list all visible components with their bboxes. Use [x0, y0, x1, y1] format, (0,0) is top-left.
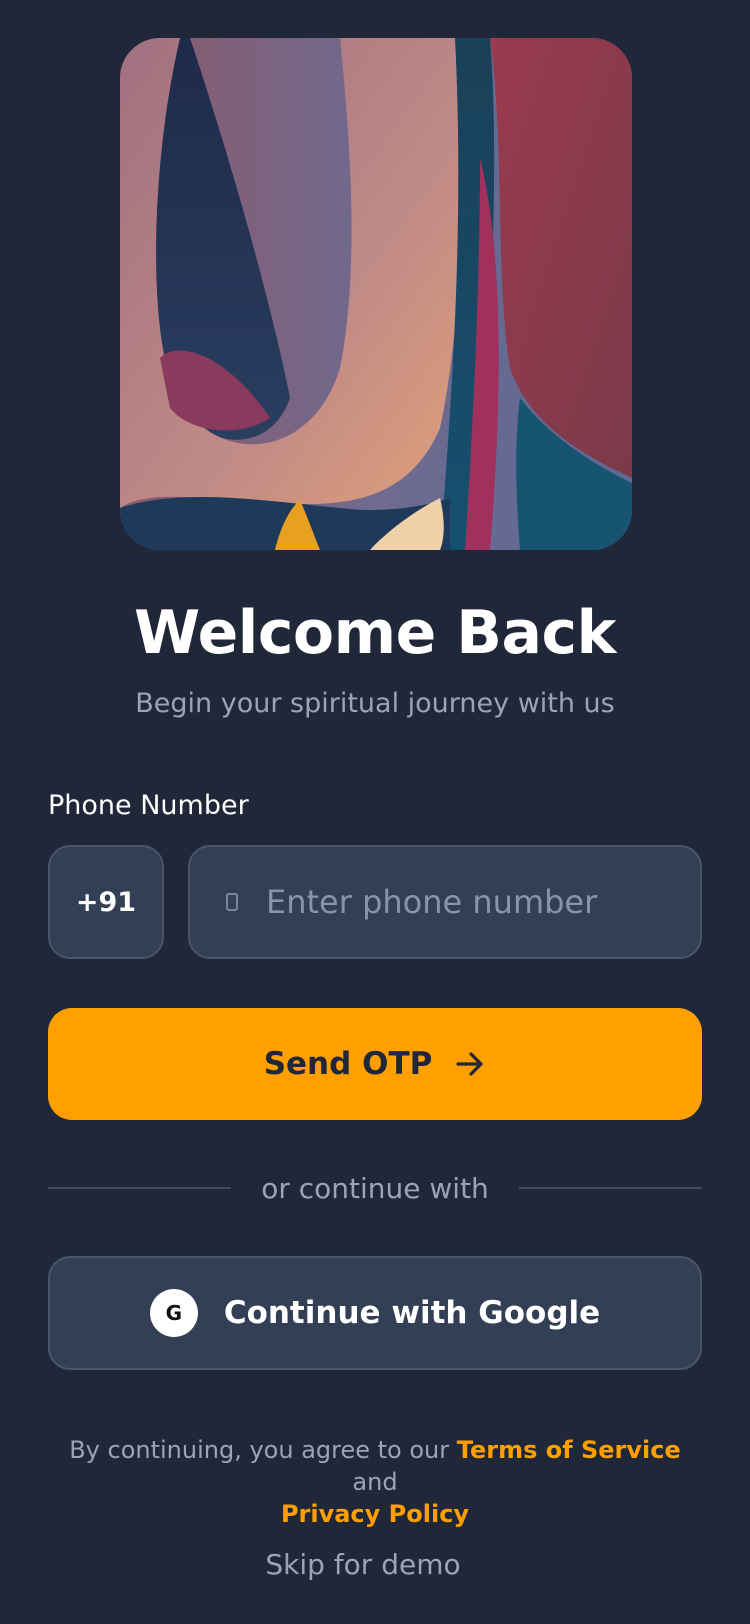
send-otp-label: Send OTP	[263, 1046, 433, 1082]
privacy-policy-link[interactable]: Privacy Policy	[281, 1500, 469, 1528]
legal-notice: By continuing, you agree to our Terms of…	[60, 1434, 690, 1530]
phone-number-input[interactable]	[266, 847, 700, 957]
divider-line-left	[48, 1187, 232, 1189]
divider-text: or continue with	[261, 1171, 489, 1205]
skip-demo-link[interactable]: Skip for demo	[0, 1548, 726, 1581]
divider: or continue with	[48, 1168, 703, 1208]
page-title: Welcome Back	[134, 598, 616, 668]
arrow-right-icon	[456, 1052, 483, 1076]
hero-image	[120, 38, 632, 550]
phone-number-label: Phone Number	[48, 790, 249, 821]
divider-line-right	[518, 1187, 703, 1189]
phone-input-container[interactable]	[188, 845, 702, 959]
phone-icon	[226, 893, 238, 911]
terms-of-service-link[interactable]: Terms of Service	[457, 1436, 681, 1464]
page-subtitle: Begin your spiritual journey with us	[135, 688, 615, 719]
legal-conjunction: and	[352, 1468, 398, 1496]
google-signin-button[interactable]: G Continue with Google	[48, 1256, 702, 1370]
country-code-selector[interactable]: +91	[48, 845, 164, 959]
login-screen: Welcome Back Begin your spiritual journe…	[0, 0, 750, 1624]
google-signin-label: Continue with Google	[223, 1295, 601, 1331]
send-otp-button[interactable]: Send OTP	[48, 1008, 702, 1120]
legal-prefix: By continuing, you agree to our	[69, 1436, 457, 1464]
google-icon: G	[149, 1289, 198, 1337]
abstract-artwork	[120, 38, 632, 550]
